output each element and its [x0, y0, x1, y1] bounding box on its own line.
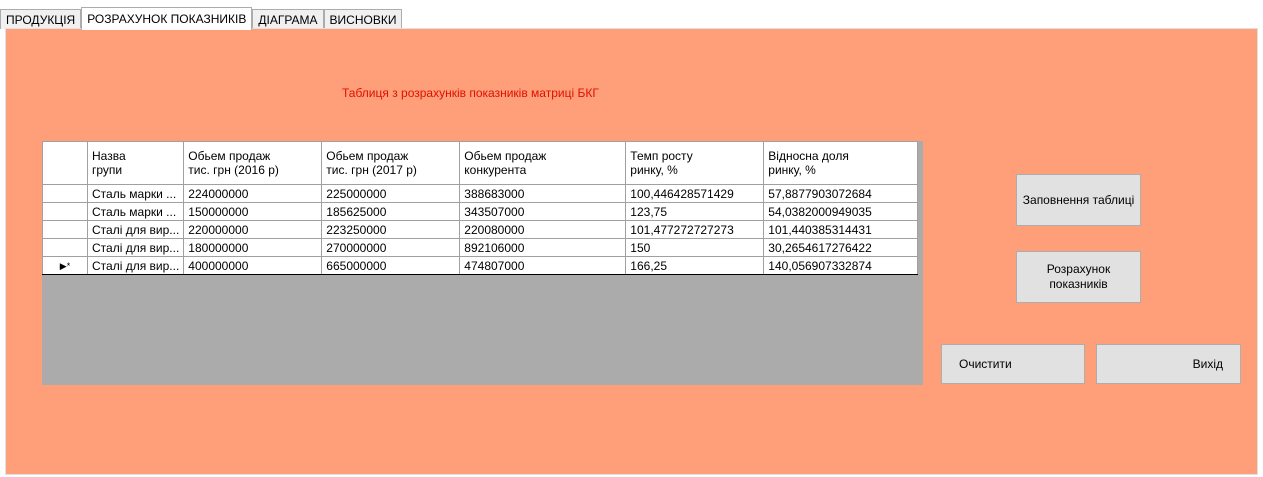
table-cell[interactable]: 343507000	[459, 202, 627, 221]
tab-strip: ПРОДУКЦІЯ РОЗРАХУНОК ПОКАЗНИКІВ ДІАГРАМА…	[0, 7, 403, 30]
table-cell[interactable]: 270000000	[321, 238, 461, 257]
table-cell[interactable]: 474807000	[459, 256, 627, 275]
table-cell[interactable]: 665000000	[321, 256, 461, 275]
row-header[interactable]	[42, 220, 88, 239]
table-cell[interactable]: 225000000	[321, 184, 461, 203]
table-cell[interactable]: 223250000	[321, 220, 461, 239]
table-cell[interactable]: 123,75	[625, 202, 765, 221]
tab-rozrakhunok-pokaznykiv[interactable]: РОЗРАХУНОК ПОКАЗНИКІВ	[81, 7, 253, 30]
table-cell[interactable]: Сталь марки ...	[86, 184, 185, 203]
table-cell[interactable]: Сталі для вир...	[86, 256, 185, 275]
row-header[interactable]	[42, 184, 88, 203]
table-row[interactable]: Сталь марки ... 150000000 185625000 3435…	[42, 202, 919, 221]
row-header[interactable]	[42, 238, 88, 257]
table-cell[interactable]: 101,477272727273	[625, 220, 765, 239]
table-cell[interactable]: 57,8877903072684	[763, 184, 919, 203]
row-header[interactable]	[42, 202, 88, 221]
table-cell[interactable]: Сталі для вир...	[86, 238, 185, 257]
tab-vysnovky[interactable]: ВИСНОВКИ	[323, 9, 403, 29]
column-header[interactable]: Обьем продаж тис. грн (2016 р)	[183, 141, 323, 185]
table-cell[interactable]: 388683000	[459, 184, 627, 203]
table-row[interactable]: Сталь марки ... 224000000 225000000 3886…	[42, 184, 919, 203]
data-grid[interactable]: Назва групи Обьем продаж тис. грн (2016 р)…	[42, 141, 923, 385]
table-cell[interactable]: 220000000	[183, 220, 323, 239]
table-cell[interactable]: 224000000	[183, 184, 323, 203]
column-header[interactable]: Обьем продаж тис. грн (2017 р)	[321, 141, 461, 185]
table-cell[interactable]: Сталь марки ...	[86, 202, 185, 221]
column-header[interactable]: Обьем продаж конкурента	[459, 141, 627, 185]
table-cell[interactable]: 150	[625, 238, 765, 257]
table-row-current[interactable]: ▶* Сталі для вир... 400000000 665000000 …	[42, 256, 919, 275]
column-header[interactable]: Темп росту ринку, %	[625, 141, 765, 185]
table-cell[interactable]: Сталі для вир...	[86, 220, 185, 239]
table-cell[interactable]: 140,056907332874	[763, 256, 919, 275]
column-header[interactable]: Відносна доля ринку, %	[763, 141, 919, 185]
table-cell[interactable]: 892106000	[459, 238, 627, 257]
table-cell[interactable]: 185625000	[321, 202, 461, 221]
row-header-corner[interactable]	[42, 141, 88, 185]
table-row[interactable]: Сталі для вир... 180000000 270000000 892…	[42, 238, 919, 257]
current-row-indicator[interactable]: ▶*	[42, 256, 88, 275]
column-header[interactable]: Назва групи	[86, 141, 185, 185]
clear-button[interactable]: Очистити	[941, 344, 1085, 384]
table-cell[interactable]: 220080000	[459, 220, 627, 239]
exit-button[interactable]: Вихід	[1096, 344, 1241, 384]
tab-produktsiia[interactable]: ПРОДУКЦІЯ	[0, 9, 82, 29]
table-cell[interactable]: 180000000	[183, 238, 323, 257]
fill-table-button[interactable]: Заповнення таблиці	[1016, 174, 1141, 226]
grid-header-row: Назва групи Обьем продаж тис. грн (2016 р)…	[42, 141, 919, 185]
table-cell[interactable]: 101,440385314431	[763, 220, 919, 239]
table-cell[interactable]: 166,25	[625, 256, 765, 275]
calculate-indicators-button[interactable]: Розрахунок показників	[1016, 251, 1141, 303]
table-row[interactable]: Сталі для вир... 220000000 223250000 220…	[42, 220, 919, 239]
table-cell[interactable]: 30,2654617276422	[763, 238, 919, 257]
grid-table: Назва групи Обьем продаж тис. грн (2016 р)…	[42, 141, 919, 275]
table-cell[interactable]: 100,446428571429	[625, 184, 765, 203]
tab-diahrama[interactable]: ДІАГРАМА	[252, 9, 324, 29]
table-cell[interactable]: 54,0382000949035	[763, 202, 919, 221]
table-cell[interactable]: 400000000	[183, 256, 323, 275]
table-caption: Таблиця з розрахунків показників матриці…	[342, 86, 599, 100]
table-cell[interactable]: 150000000	[183, 202, 323, 221]
